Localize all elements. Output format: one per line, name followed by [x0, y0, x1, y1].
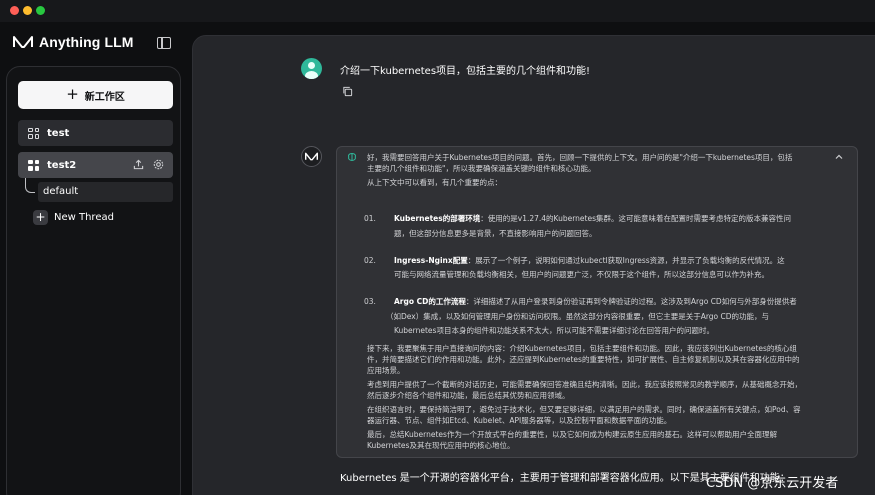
window-titlebar — [0, 0, 875, 22]
brand: Anything LLM — [13, 34, 134, 50]
list-item-continued: Kubernetes项目本身的组件和功能关系不太大，所以可能不需要详细讨论在回答… — [394, 326, 714, 335]
brand-name: Anything LLM — [39, 34, 134, 50]
plus-icon: + — [66, 84, 79, 103]
thinking-text: 接下来，我要聚焦于用户直接询问的内容：介绍Kubernetes项目，包括主要组件… — [367, 344, 797, 353]
user-message: 介绍一下kubernetes项目，包括主要的几个组件和功能! — [340, 66, 591, 77]
thinking-text: 器运行器、节点、组件如Etcd、Kubelet、API服务器等，以及控制平面和数… — [367, 416, 672, 425]
thinking-text: 好，我需要回答用户关于Kubernetes项目的问题。首先，回顾一下提供的上下文… — [367, 153, 793, 162]
thread-item-default[interactable]: default — [38, 182, 173, 202]
grid-icon — [28, 159, 39, 171]
new-thread-label: New Thread — [54, 212, 114, 223]
brain-icon — [348, 152, 356, 162]
thinking-text: 最后，总结Kubernetes作为一个开放式平台的重要性，以及它如何成为构建云原… — [367, 430, 777, 439]
list-item: Ingress-Nginx配置：展示了一个例子，说明如何通过kubectl获取I… — [394, 256, 785, 265]
assistant-avatar — [301, 146, 322, 167]
list-item-continued: 题，但这部分信息更多是背景，不直接影响用户的问题回答。 — [394, 229, 597, 238]
sidebar-toggle-icon[interactable] — [157, 37, 171, 49]
list-number: 02. — [364, 256, 376, 265]
thinking-text: 然后逐步介绍各个组件和功能，最后总结其优势和应用领域。 — [367, 391, 570, 400]
workspace-item-test[interactable]: test — [18, 120, 173, 146]
thread-connector — [25, 178, 35, 193]
close-window-button[interactable] — [10, 6, 19, 15]
list-item-continued: 可能与网络流量管理和负载均衡相关，但用户的问题更广泛，不仅限于这个组件，所以这部… — [394, 270, 769, 279]
list-number: 01. — [364, 214, 376, 223]
chevron-up-icon[interactable] — [835, 153, 843, 161]
thinking-text: 在组织语言时，要保持简洁明了，避免过于技术化，但又要足够详细，以满足用户的需求。… — [367, 405, 801, 414]
list-number: 03. — [364, 297, 376, 306]
watermark: CSDN @京东云开发者 — [706, 476, 839, 491]
new-workspace-label: 新工作区 — [84, 91, 125, 103]
thinking-text: 从上下文中可以看到，有几个重要的点： — [367, 178, 502, 187]
minimize-window-button[interactable] — [23, 6, 32, 15]
thinking-text: Kubernetes及其在现代应用中的核心地位。 — [367, 441, 515, 450]
workspace-item-test2[interactable]: test2 — [18, 152, 173, 178]
thinking-text: 考虑到用户提供了一个截断的对话历史，可能需要确保回答准确且结构清晰。因此，我应该… — [367, 380, 802, 389]
list-item: Argo CD的工作流程：详细描述了从用户登录到身份验证再到令牌验证的过程。这涉… — [394, 297, 797, 306]
copy-icon[interactable] — [342, 86, 353, 97]
thinking-text: 主要的几个组件和功能"，所以我要确保涵盖关键的组件和核心功能。 — [367, 164, 596, 173]
anything-llm-logo-icon — [305, 152, 318, 161]
workspace-name: test2 — [47, 159, 77, 171]
list-item: Kubernetes的部署环境：使用的是v1.27.4的Kubernetes集群… — [394, 214, 791, 223]
gear-icon[interactable] — [153, 159, 164, 170]
thinking-text: 件，并简要描述它们的作用和功能。此外，还应提到Kubernetes的重要特性，如… — [367, 355, 800, 364]
new-workspace-button[interactable]: + 新工作区 — [18, 81, 173, 109]
upload-icon[interactable] — [133, 159, 144, 170]
user-avatar — [301, 58, 322, 79]
maximize-window-button[interactable] — [36, 6, 45, 15]
new-thread-button[interactable]: + New Thread — [33, 210, 114, 225]
grid-icon — [28, 127, 39, 139]
list-item-continued: （如Dex）集成，以及如何管理用户身份和访问权限。虽然这部分内容很重要，但它主要… — [386, 312, 770, 321]
plus-icon: + — [33, 210, 48, 225]
workspace-name: test — [47, 127, 70, 139]
thinking-text: 应用场景。 — [367, 366, 405, 375]
anything-llm-logo-icon — [13, 36, 33, 48]
